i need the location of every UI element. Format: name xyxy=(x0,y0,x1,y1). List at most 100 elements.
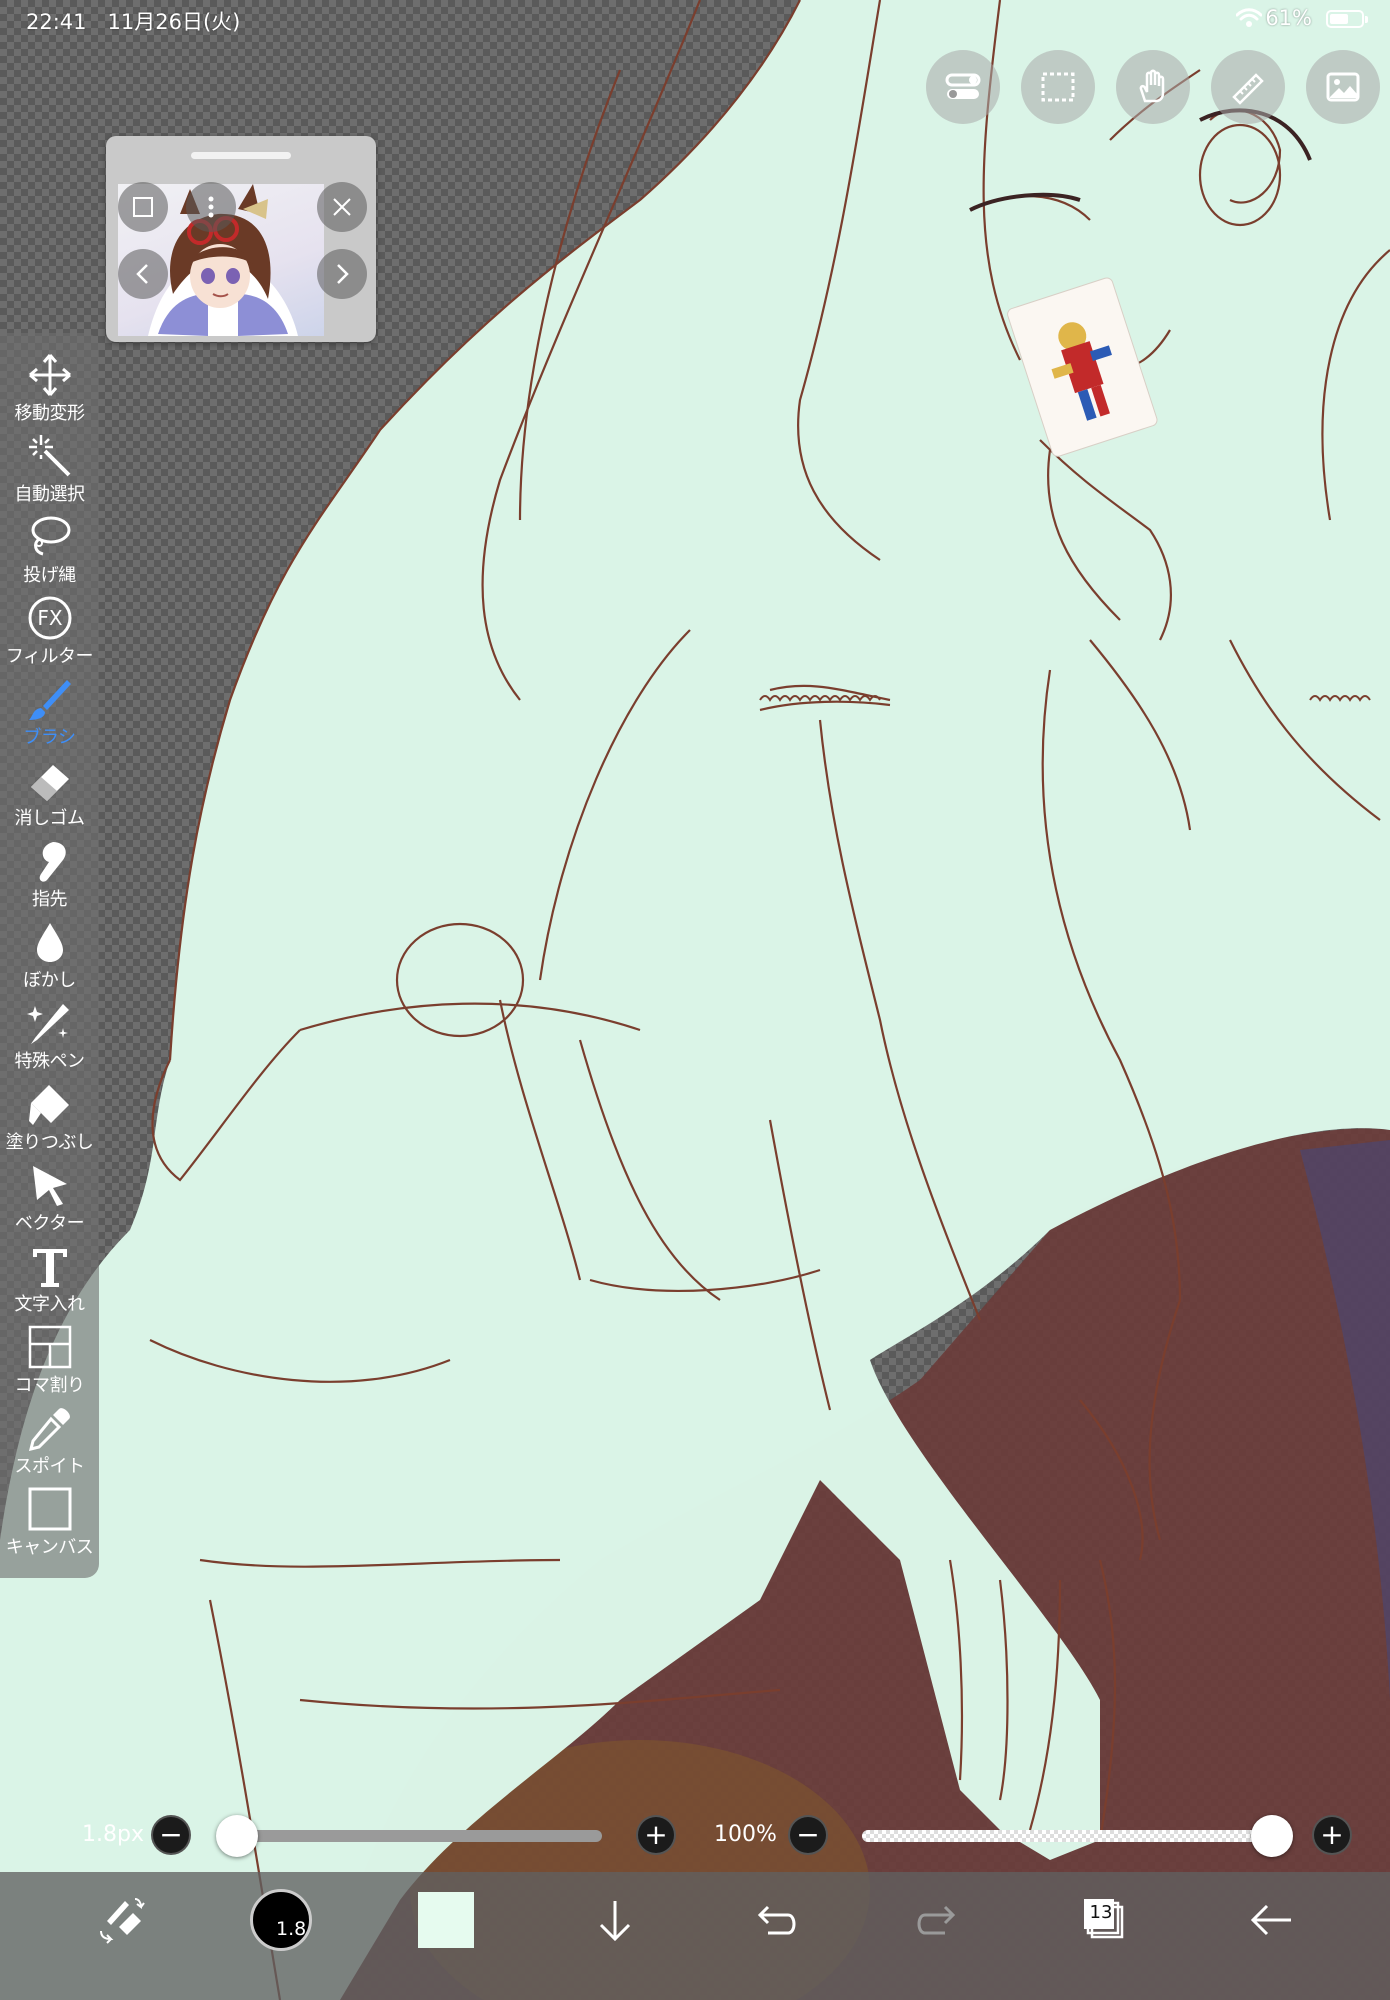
lasso-icon xyxy=(31,516,70,556)
hand-icon xyxy=(1139,69,1165,103)
brush-size-slider[interactable] xyxy=(237,1830,602,1842)
tool-brush[interactable]: ブラシ xyxy=(0,672,99,753)
brush-opacity-label: 100% xyxy=(714,1822,777,1847)
reference-drag-handle[interactable] xyxy=(191,152,291,159)
tool-special-pen[interactable]: 特殊ペン xyxy=(0,996,99,1077)
bottom-toolbar xyxy=(0,1872,1390,2000)
tool-vector[interactable]: ベクター xyxy=(0,1158,99,1239)
reference-prev-button[interactable] xyxy=(118,249,168,299)
dotted-rect-icon xyxy=(1041,72,1075,102)
fx-icon: FX xyxy=(28,596,71,640)
brush-size-increase-button[interactable]: + xyxy=(636,1815,676,1855)
status-time: 22:41 11月26日(火) xyxy=(26,10,241,34)
toggle-switches-icon xyxy=(945,73,981,99)
brush-opacity-slider[interactable] xyxy=(862,1830,1272,1842)
brush-opacity-slider-thumb[interactable] xyxy=(1251,1815,1293,1857)
tool-panel-split[interactable]: コマ割り xyxy=(0,1320,99,1401)
special-pen-icon xyxy=(26,1004,69,1044)
tool-eraser[interactable]: 消しゴム xyxy=(0,753,99,834)
color-swatch-button[interactable] xyxy=(418,1892,474,1948)
wifi-icon xyxy=(1236,8,1262,27)
plus-icon: + xyxy=(1320,1818,1344,1851)
panel-split-icon xyxy=(28,1325,71,1369)
next-icon xyxy=(337,264,349,284)
more-icon xyxy=(208,196,214,218)
redo-icon xyxy=(917,1905,956,1935)
eraser-icon xyxy=(30,765,69,801)
reference-more-button[interactable] xyxy=(186,182,236,232)
tool-canvas[interactable]: キャンバス xyxy=(0,1482,99,1563)
minus-icon: − xyxy=(796,1818,820,1851)
brush-eraser-swap-icon xyxy=(100,1898,145,1944)
brush-opacity-decrease-button[interactable]: − xyxy=(788,1815,828,1855)
brush-size-slider-thumb[interactable] xyxy=(216,1815,258,1857)
layers-count: 13 xyxy=(1089,1902,1113,1923)
magic-wand-icon xyxy=(28,435,70,477)
quick-swap-button[interactable] xyxy=(90,1890,150,1950)
download-button[interactable] xyxy=(585,1890,645,1950)
tool-label: ブラシ xyxy=(23,727,76,748)
tool-label: 文字入れ xyxy=(14,1294,86,1315)
tool-blur[interactable]: ぼかし xyxy=(0,915,99,996)
ruler-button[interactable] xyxy=(1211,50,1285,124)
reference-next-button[interactable] xyxy=(317,249,367,299)
fill-bucket-icon xyxy=(28,1085,69,1125)
tool-label: 指先 xyxy=(32,889,68,910)
image-icon xyxy=(1326,72,1360,102)
text-icon xyxy=(32,1249,67,1287)
vector-cursor-icon xyxy=(32,1166,67,1206)
redo-button[interactable] xyxy=(908,1890,968,1950)
reference-icon xyxy=(133,197,153,217)
eyedropper-icon xyxy=(28,1408,70,1451)
tool-move-transform[interactable]: 移動変形 xyxy=(0,348,99,429)
svg-text:FX: FX xyxy=(37,606,63,630)
tool-palette: 移動変形 自動選択 投げ縄 FX フィルター ブラシ 消しゴム 指先 ぼかし 特… xyxy=(0,333,99,1578)
plus-icon: + xyxy=(644,1818,668,1851)
reference-mode-button[interactable] xyxy=(118,182,168,232)
tool-label: 投げ縄 xyxy=(23,565,76,586)
tool-label: キャンバス xyxy=(5,1537,94,1558)
battery-fill xyxy=(1330,14,1348,24)
tool-fill[interactable]: 塗りつぶし xyxy=(0,1077,99,1158)
battery-percentage: 61% xyxy=(1265,6,1312,30)
arrow-down-icon xyxy=(599,1901,631,1942)
tool-label: フィルター xyxy=(5,646,94,667)
tool-lasso[interactable]: 投げ縄 xyxy=(0,510,99,591)
tool-label: 塗りつぶし xyxy=(5,1132,94,1153)
tool-eyedropper[interactable]: スポイト xyxy=(0,1401,99,1482)
tool-label: 特殊ペン xyxy=(14,1051,86,1072)
toggle-switches-button[interactable] xyxy=(926,50,1000,124)
arrow-left-icon xyxy=(1250,1904,1291,1936)
tool-label: 移動変形 xyxy=(14,403,86,424)
ruler-icon xyxy=(1232,73,1264,105)
undo-button[interactable] xyxy=(745,1890,805,1950)
hand-tool-button[interactable] xyxy=(1116,50,1190,124)
tool-label: 消しゴム xyxy=(14,808,86,829)
battery-icon xyxy=(1326,10,1368,28)
tool-magic-wand[interactable]: 自動選択 xyxy=(0,429,99,510)
brush-preview-size: 1.8 xyxy=(276,1918,307,1940)
tool-label: コマ割り xyxy=(14,1375,86,1396)
smudge-icon xyxy=(39,842,66,882)
gallery-button[interactable] xyxy=(1306,50,1380,124)
tool-smudge[interactable]: 指先 xyxy=(0,834,99,915)
canvas-icon xyxy=(28,1487,71,1531)
tool-text[interactable]: 文字入れ xyxy=(0,1239,99,1320)
tool-filter[interactable]: FX フィルター xyxy=(0,591,99,672)
brush-opacity-increase-button[interactable]: + xyxy=(1312,1815,1352,1855)
tool-label: ぼかし xyxy=(23,970,76,991)
brush-size-decrease-button[interactable]: − xyxy=(151,1815,191,1855)
prev-icon xyxy=(136,264,148,284)
reference-close-button[interactable] xyxy=(317,182,367,232)
brush-size-label: 1.8px xyxy=(82,1822,144,1847)
tool-label: スポイト xyxy=(14,1456,86,1477)
minus-icon: − xyxy=(159,1818,183,1851)
back-button[interactable] xyxy=(1242,1890,1302,1950)
tool-label: ベクター xyxy=(14,1213,85,1234)
reference-window[interactable] xyxy=(106,136,376,342)
brush-icon xyxy=(28,680,71,720)
blur-drop-icon xyxy=(36,923,63,962)
undo-icon xyxy=(757,1905,796,1935)
selection-button[interactable] xyxy=(1021,50,1095,124)
close-icon xyxy=(333,198,351,216)
